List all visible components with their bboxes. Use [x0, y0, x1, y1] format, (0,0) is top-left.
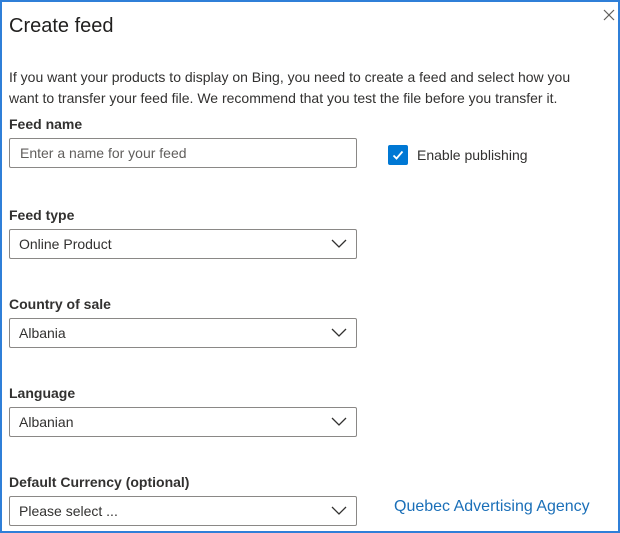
dialog-description: If you want your products to display on … — [9, 69, 571, 106]
enable-publishing-label: Enable publishing — [417, 147, 528, 163]
country-of-sale-label: Country of sale — [9, 296, 111, 312]
language-value: Albanian — [19, 414, 74, 430]
default-currency-select[interactable]: Please select ... — [9, 496, 357, 526]
default-currency-value: Please select ... — [19, 503, 118, 519]
language-label: Language — [9, 385, 76, 401]
chevron-down-icon — [331, 417, 347, 426]
chevron-down-icon — [331, 506, 347, 515]
feed-name-field — [9, 138, 357, 168]
enable-publishing-toggle[interactable]: Enable publishing — [388, 145, 528, 165]
feed-name-label: Feed name — [9, 116, 83, 132]
feed-type-value: Online Product — [19, 236, 112, 252]
country-of-sale-select[interactable]: Albania — [9, 318, 357, 348]
default-currency-label: Default Currency (optional) — [9, 474, 190, 490]
feed-type-label: Feed type — [9, 207, 75, 223]
watermark-text: Quebec Advertising Agency — [394, 498, 590, 515]
chevron-down-icon — [331, 239, 347, 248]
dialog-title: Create feed — [9, 15, 114, 37]
enable-publishing-checkbox[interactable] — [388, 145, 408, 165]
checkmark-icon — [392, 150, 404, 160]
chevron-down-icon — [331, 328, 347, 337]
country-of-sale-value: Albania — [19, 325, 66, 341]
feed-type-select[interactable]: Online Product — [9, 229, 357, 259]
language-select[interactable]: Albanian — [9, 407, 357, 437]
create-feed-dialog: Create feed If you want your products to… — [0, 0, 620, 533]
feed-name-input[interactable] — [10, 139, 356, 167]
close-icon[interactable] — [602, 8, 616, 22]
